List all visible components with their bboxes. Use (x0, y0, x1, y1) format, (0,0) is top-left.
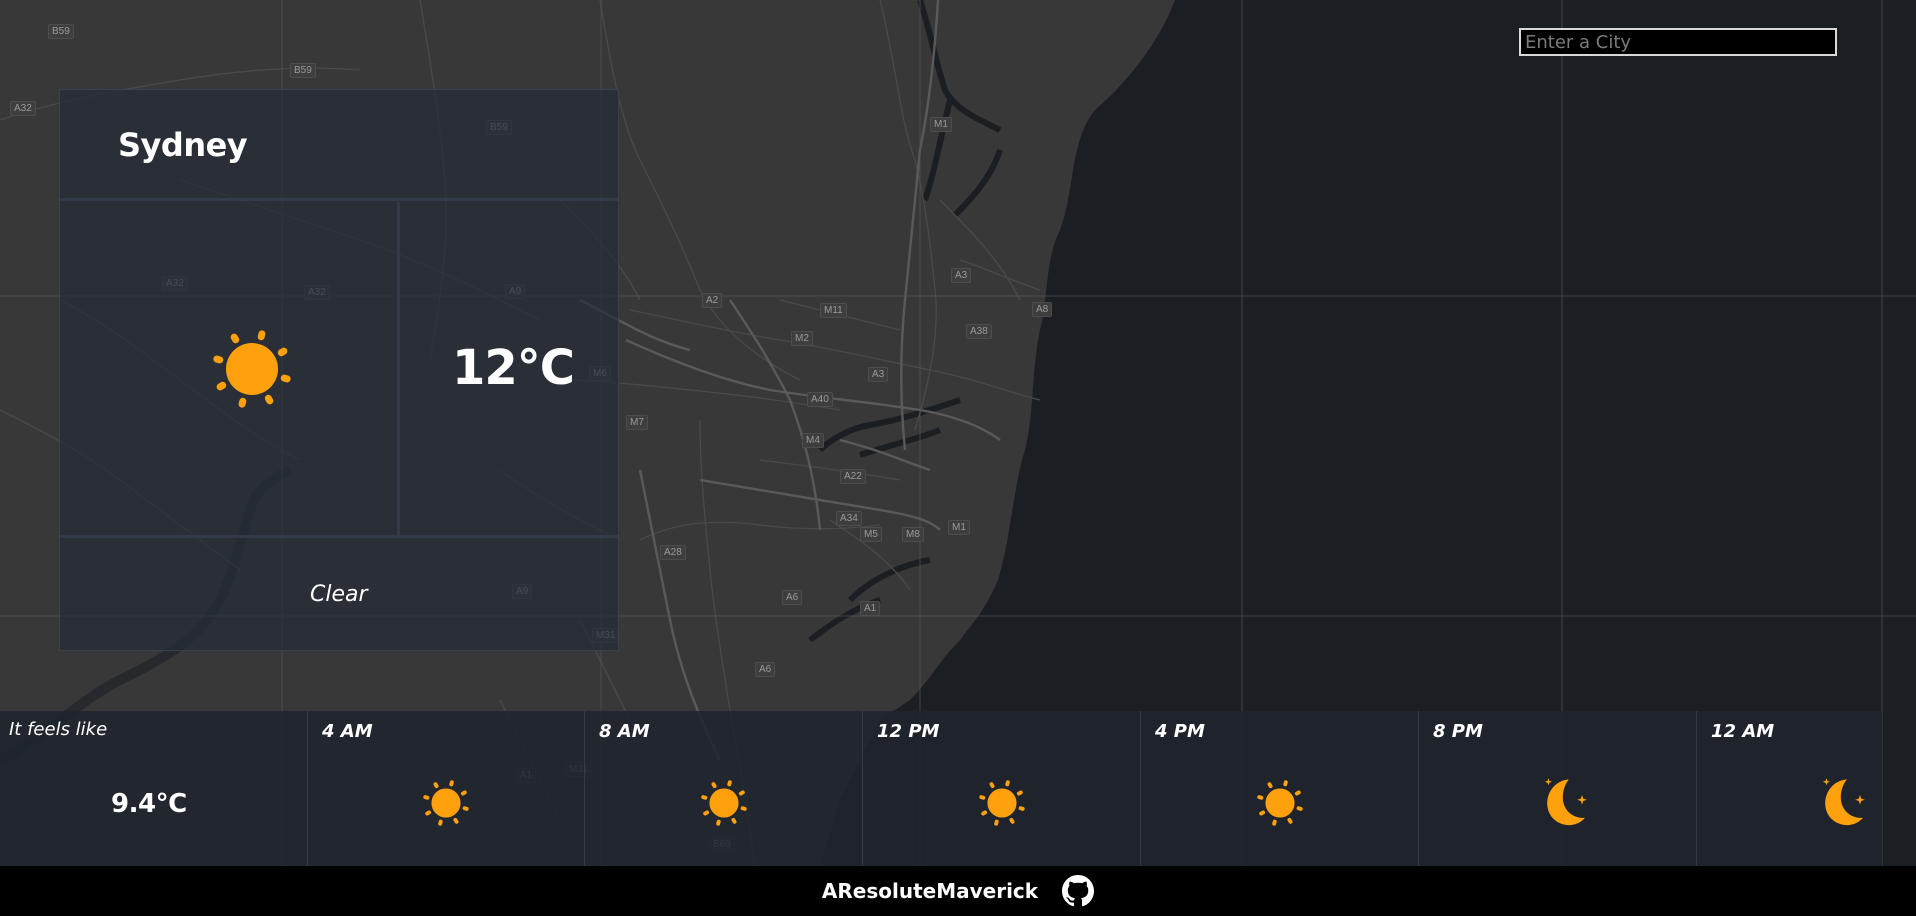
footer: AResoluteMaverick (0, 866, 1916, 916)
moon-icon (1534, 771, 1590, 827)
temperature-unit: °C (516, 340, 575, 396)
sun-icon (696, 775, 752, 831)
temperature-value: 12 (452, 340, 518, 396)
road-label: M1 (930, 117, 952, 132)
hourly-forecast: It feels like 9.4°C 4 AM 8 AM 12 PM 4 PM… (0, 711, 1882, 866)
forecast-item: 12 PM (862, 711, 1141, 866)
card-divider-middle (397, 202, 400, 535)
feels-like-label: It feels like (9, 719, 108, 740)
feels-like-unit: °C (155, 789, 188, 819)
road-label: M4 (802, 433, 824, 448)
road-label: B59 (48, 24, 74, 39)
road-label: A34 (836, 511, 862, 526)
road-label: A8 (1032, 302, 1053, 317)
road-label: A3 (868, 367, 889, 382)
forecast-time: 4 PM (1155, 721, 1205, 742)
road-label: A2 (702, 293, 723, 308)
road-label: M8 (902, 527, 924, 542)
road-label: M7 (626, 415, 648, 430)
road-label: B59 (290, 63, 316, 78)
weather-condition: Clear (310, 582, 368, 607)
forecast-item: 8 AM (584, 711, 863, 866)
forecast-time: 12 AM (1711, 721, 1775, 742)
road-label: A40 (807, 392, 833, 407)
feels-like-number: 9.4 (111, 789, 156, 819)
forecast-time: 8 AM (599, 721, 650, 742)
github-link[interactable] (1062, 875, 1095, 907)
forecast-item: 4 AM (307, 711, 585, 866)
city-search-input[interactable] (1519, 28, 1837, 56)
card-divider-bottom (60, 535, 618, 538)
road-label: M1 (948, 520, 970, 535)
feels-like-value: 9.4°C (111, 789, 187, 819)
forecast-item: 8 PM (1418, 711, 1697, 866)
card-divider-top (60, 198, 618, 201)
road-label: A1 (860, 601, 881, 616)
current-weather-card: Sydney 12°C Clear (59, 89, 619, 651)
road-label: A6 (782, 590, 803, 605)
forecast-item: 4 PM (1140, 711, 1419, 866)
road-label: A3 (951, 268, 972, 283)
github-icon (1062, 875, 1095, 907)
road-label: M5 (860, 527, 882, 542)
sun-icon (202, 319, 302, 419)
forecast-time: 8 PM (1433, 721, 1483, 742)
current-temperature: 12°C (452, 340, 575, 396)
forecast-time: 4 AM (322, 721, 373, 742)
sun-icon (974, 775, 1030, 831)
road-label: A38 (966, 324, 992, 339)
road-label: A28 (660, 545, 686, 560)
forecast-item: 12 AM (1696, 711, 1883, 866)
city-name: Sydney (118, 126, 248, 164)
sun-icon (1252, 775, 1308, 831)
author-link[interactable]: AResoluteMaverick (822, 879, 1038, 903)
road-label: M2 (791, 331, 813, 346)
road-label: A32 (10, 101, 36, 116)
road-label: A6 (755, 662, 776, 677)
moon-icon (1812, 771, 1868, 827)
road-label: M11 (820, 303, 847, 318)
road-label: A22 (840, 469, 866, 484)
sun-icon (418, 775, 474, 831)
feels-like-panel: It feels like 9.4°C (0, 711, 307, 866)
forecast-time: 12 PM (877, 721, 940, 742)
